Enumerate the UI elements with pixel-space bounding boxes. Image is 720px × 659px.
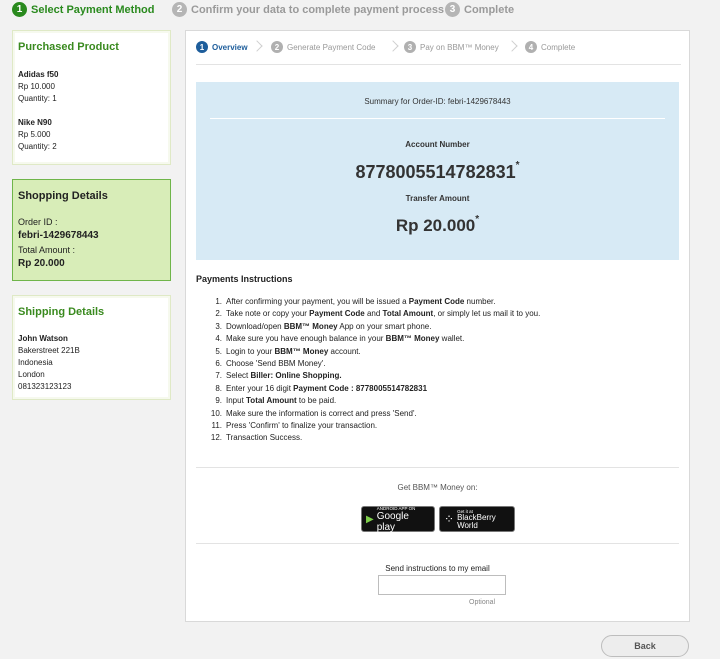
product-price: Rp 5.000 <box>18 130 51 139</box>
email-instructions-label: Send instructions to my email <box>385 564 490 573</box>
step-confirm-data: 2 Confirm your data to complete payment … <box>172 2 444 17</box>
shipping-phone: 081323123123 <box>18 382 72 391</box>
order-summary: Summary for Order-ID: febri-1429678443 A… <box>196 82 679 260</box>
product-quantity: Quantity: 1 <box>18 94 57 103</box>
list-item: 2. Take note or copy your Payment Code an… <box>215 309 541 319</box>
blackberry-icon: ⁘ <box>444 512 455 526</box>
shipping-city: London <box>18 370 45 379</box>
list-item: 12. Transaction Success. <box>210 433 303 443</box>
total-amount-value: Rp 20.000 <box>18 258 65 269</box>
order-id-label: Order ID : <box>18 217 58 227</box>
chevron-right-icon <box>387 40 399 52</box>
purchased-product-panel: Purchased Product Adidas f50 Rp 10.000 Q… <box>12 30 171 165</box>
list-item: 1. After confirming your payment, you wil… <box>215 297 496 306</box>
google-play-icon: ▶ <box>366 513 374 525</box>
substep-overview[interactable]: 1 Overview <box>196 41 248 53</box>
shipping-country: Indonesia <box>18 358 53 367</box>
account-number-value: 8778005514782831* <box>355 160 520 182</box>
total-amount-label: Total Amount : <box>18 245 76 255</box>
instructions-list: 1. After confirming your payment, you wil… <box>204 296 674 445</box>
product-item: Nike N90 Rp 5.000 Quantity: 2 <box>13 117 170 153</box>
product-name: Adidas f50 <box>18 70 59 79</box>
divider <box>196 543 679 544</box>
checkout-steps: 1 Select Payment Method 2 Confirm your d… <box>0 0 720 22</box>
panel-title: Purchased Product <box>18 41 119 53</box>
divider <box>210 118 665 119</box>
instructions-title: Payments Instructions <box>196 274 293 284</box>
account-number-label: Account Number <box>405 140 470 149</box>
panel-title: Shipping Details <box>18 306 105 318</box>
blackberry-world-badge[interactable]: ⁘ Get it at BlackBerry World <box>439 506 515 532</box>
product-item: Adidas f50 Rp 10.000 Quantity: 1 <box>13 69 170 105</box>
order-id-value: febri-1429678443 <box>18 230 99 241</box>
step-number: 3 <box>445 2 460 17</box>
email-field[interactable] <box>378 575 506 595</box>
substep-generate-code[interactable]: 2 Generate Payment Code <box>271 41 376 53</box>
panel-title: Shopping Details <box>18 190 108 202</box>
app-store-badges: ▶ ANDROID APP ON Google play ⁘ Get it at… <box>361 506 515 533</box>
list-item: 10. Make sure the information is correct … <box>210 408 417 418</box>
transfer-amount-value: Rp 20.000* <box>395 214 480 235</box>
summary-heading: Summary for Order-ID: febri-1429678443 <box>364 97 511 106</box>
step-number: 2 <box>172 2 187 17</box>
substep-label: Complete <box>541 42 576 52</box>
substep-number: 2 <box>271 41 283 53</box>
step-complete: 3 Complete <box>445 2 514 17</box>
optional-hint: Optional <box>469 599 496 606</box>
substep-label: Generate Payment Code <box>287 42 376 52</box>
substep-pay-bbm[interactable]: 3 Pay on BBM™ Money <box>404 41 499 53</box>
shipping-details-panel: Shipping Details John Watson Bakerstreet… <box>12 295 171 400</box>
shopping-details-panel: Shopping Details Order ID : febri-142967… <box>12 179 171 281</box>
step-label: Select Payment Method <box>31 3 155 16</box>
google-play-badge[interactable]: ▶ ANDROID APP ON Google play <box>361 506 435 533</box>
substep-number: 1 <box>196 41 208 53</box>
substep-label: Pay on BBM™ Money <box>420 42 499 52</box>
recipient-name: John Watson <box>18 334 68 343</box>
shipping-address: Bakerstreet 221B <box>18 346 80 355</box>
payment-panel: 1 Overview 2 Generate Payment Code 3 Pay… <box>185 30 690 622</box>
list-item: 5. Login to your BBM™ Money account. <box>215 346 361 356</box>
chevron-right-icon <box>251 40 263 52</box>
list-item: 9. Input Total Amount to be paid. <box>215 396 337 406</box>
divider <box>196 467 679 468</box>
step-number: 1 <box>12 2 27 17</box>
step-label: Confirm your data to complete payment pr… <box>191 3 445 16</box>
substep-complete[interactable]: 4 Complete <box>525 41 575 53</box>
back-button[interactable]: Back <box>601 635 689 657</box>
list-item: 4. Make sure you have enough balance in y… <box>215 334 465 344</box>
payment-substeps: 1 Overview 2 Generate Payment Code 3 Pay… <box>196 40 681 55</box>
list-item: 8. Enter your 16 digit Payment Code : 877… <box>215 383 428 393</box>
product-price: Rp 10.000 <box>18 82 55 91</box>
divider <box>196 64 681 65</box>
list-item: 7. Select Biller: Online Shopping. <box>215 371 342 381</box>
transfer-amount-label: Transfer Amount <box>405 194 470 203</box>
chevron-right-icon <box>506 40 518 52</box>
substep-number: 3 <box>404 41 416 53</box>
substep-number: 4 <box>525 41 537 53</box>
product-quantity: Quantity: 2 <box>18 142 57 151</box>
product-name: Nike N90 <box>18 118 52 127</box>
get-bbm-label: Get BBM™ Money on: <box>397 483 478 492</box>
list-item: 11. Press 'Confirm' to finalize your tran… <box>211 421 378 431</box>
step-label: Complete <box>464 3 515 16</box>
list-item: 6. Choose 'Send BBM Money'. <box>215 359 326 369</box>
substep-label: Overview <box>212 42 248 52</box>
step-select-payment: 1 Select Payment Method <box>12 2 154 17</box>
list-item: 3. Download/open BBM™ Money App on your s… <box>215 321 432 331</box>
